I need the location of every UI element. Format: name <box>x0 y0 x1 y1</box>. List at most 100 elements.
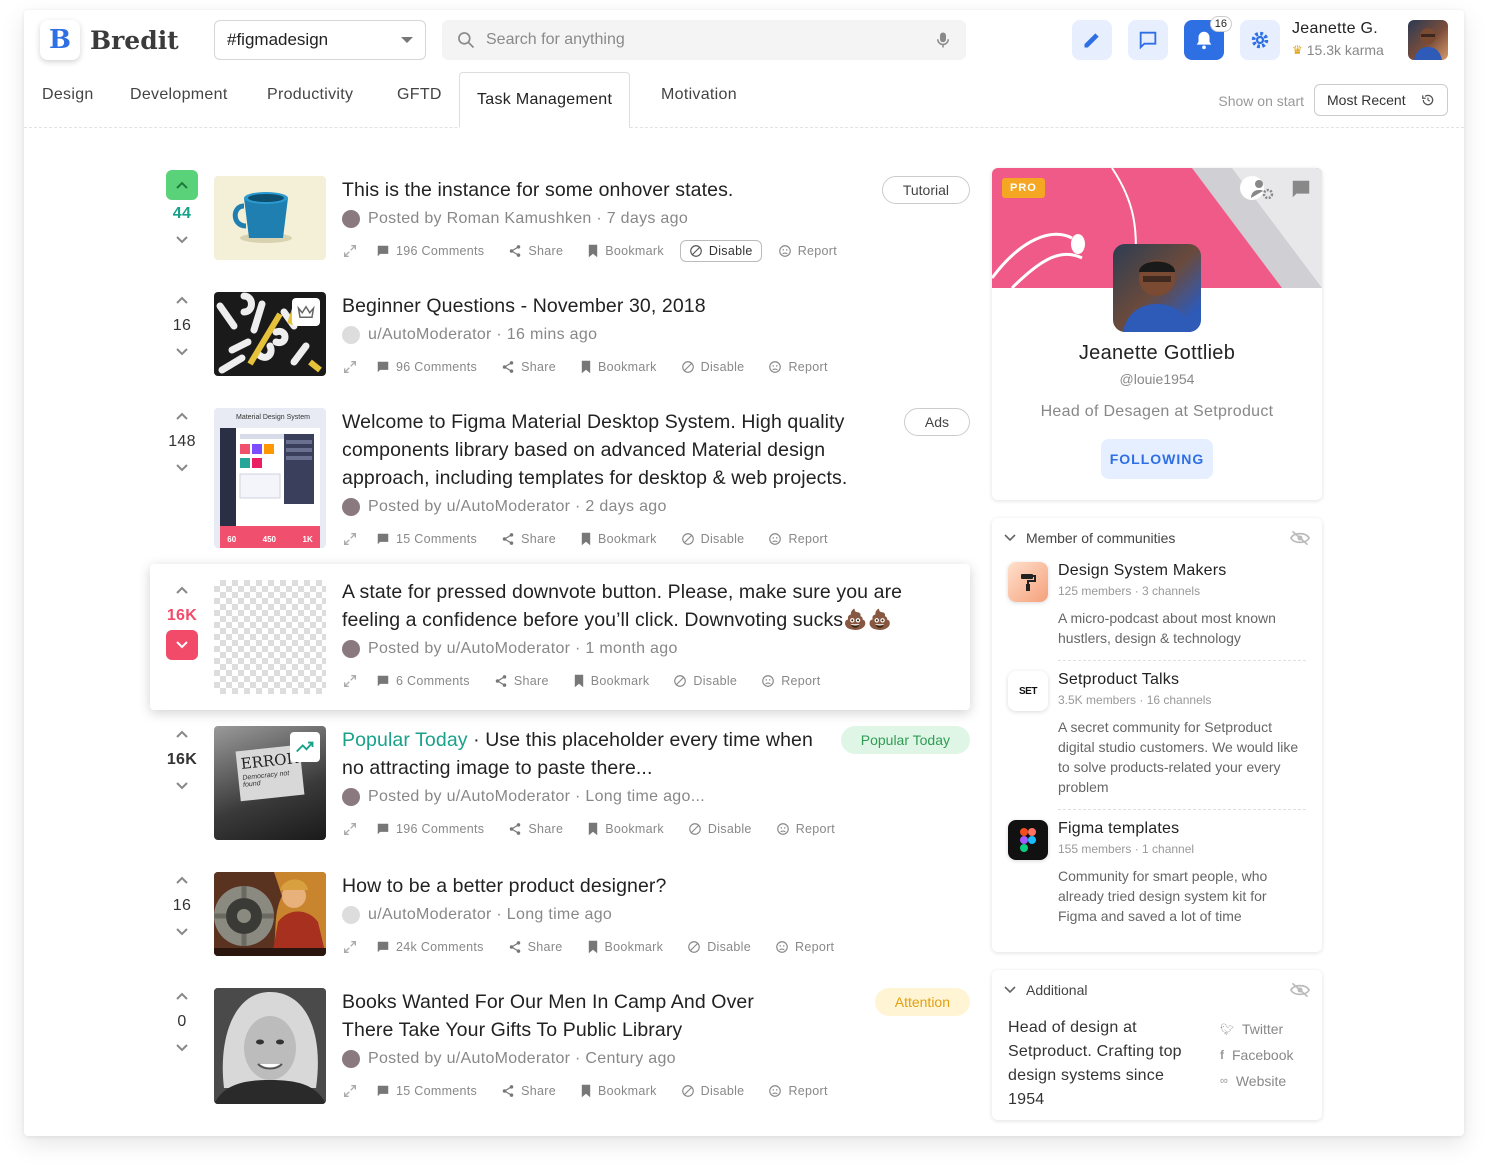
comments-button[interactable]: 24k Comments <box>376 940 484 954</box>
post-card[interactable]: 16 Beginner Questions - November 30, 201… <box>150 284 970 380</box>
report-button[interactable]: Report <box>776 822 835 836</box>
tab-motivation[interactable]: Motivation <box>661 86 737 104</box>
sort-dropdown[interactable]: Most Recent <box>1314 84 1448 116</box>
comments-button[interactable]: 15 Comments <box>376 532 477 546</box>
upvote-button[interactable] <box>166 170 198 200</box>
tab-gftd[interactable]: GFTD <box>397 86 442 104</box>
post-thumbnail[interactable]: Material Design System 60 450 1K <box>214 408 326 548</box>
post-thumbnail[interactable] <box>214 988 326 1104</box>
tab-design[interactable]: Design <box>42 86 94 104</box>
expand-button[interactable] <box>342 359 358 375</box>
expand-button[interactable] <box>342 821 358 837</box>
disable-button[interactable]: Disable <box>673 674 737 688</box>
disable-button[interactable]: Disable <box>681 532 745 546</box>
app-logo[interactable]: B Bredit <box>40 20 179 60</box>
eye-off-icon[interactable] <box>1290 982 1310 998</box>
report-button[interactable]: Report <box>775 940 834 954</box>
comments-button[interactable]: 196 Comments <box>376 822 484 836</box>
report-button[interactable]: Report <box>768 532 827 546</box>
following-button[interactable]: FOLLOWING <box>1101 439 1213 479</box>
user-info[interactable]: Jeanette G. ♛ 15.3k karma <box>1292 20 1384 58</box>
expand-button[interactable] <box>342 939 358 955</box>
comments-button[interactable]: 96 Comments <box>376 360 477 374</box>
share-button[interactable]: Share <box>501 1084 556 1098</box>
post-thumbnail[interactable] <box>214 292 326 376</box>
popular-highlight[interactable]: Popular Today <box>342 729 468 751</box>
additional-header[interactable]: Additional <box>992 970 1322 1010</box>
disable-button[interactable]: Disable <box>681 1084 745 1098</box>
upvote-button[interactable] <box>166 722 198 746</box>
post-thumbnail[interactable] <box>214 176 326 260</box>
report-button[interactable]: Report <box>768 1084 827 1098</box>
communities-header[interactable]: Member of communities <box>992 518 1322 558</box>
tab-task-management[interactable]: Task Management <box>459 72 631 128</box>
notifications-button[interactable]: 16 <box>1184 16 1232 60</box>
tab-productivity[interactable]: Productivity <box>267 86 353 104</box>
community-name[interactable]: Design System Makers <box>1058 562 1306 580</box>
post-meta-text[interactable]: u/AutoModerator · Long time ago <box>368 906 612 924</box>
downvote-button[interactable] <box>166 630 198 660</box>
search-input[interactable] <box>486 31 924 49</box>
upvote-button[interactable] <box>166 984 198 1008</box>
downvote-button[interactable] <box>166 456 198 480</box>
post-meta-text[interactable]: Posted by u/AutoModerator · 2 days ago <box>368 498 667 516</box>
share-button[interactable]: Share <box>494 674 549 688</box>
post-title[interactable]: Welcome to Figma Material Desktop System… <box>342 408 970 492</box>
post-badge[interactable]: Attention <box>874 988 970 1016</box>
post-meta-text[interactable]: u/AutoModerator · 16 mins ago <box>368 326 597 344</box>
expand-button[interactable] <box>342 531 358 547</box>
post-meta-text[interactable]: Posted by Roman Kamushken · 7 days ago <box>368 210 688 228</box>
profile-avatar[interactable] <box>1113 244 1201 332</box>
post-card[interactable]: 44 This is the instance for some onhover… <box>150 168 970 264</box>
eye-off-icon[interactable] <box>1290 530 1310 546</box>
microphone-icon[interactable] <box>934 30 952 50</box>
tab-development[interactable]: Development <box>130 86 228 104</box>
disable-button[interactable]: Disable <box>687 940 751 954</box>
post-meta-text[interactable]: Posted by u/AutoModerator · Long time ag… <box>368 788 705 806</box>
upvote-button[interactable] <box>166 404 198 428</box>
chevron-down-icon[interactable] <box>1004 986 1016 994</box>
post-badge[interactable]: Ads <box>903 408 970 436</box>
bookmark-button[interactable]: Bookmark <box>580 360 657 374</box>
facebook-link[interactable]: f Facebook <box>1220 1042 1293 1068</box>
expand-button[interactable] <box>342 1083 358 1099</box>
disable-button[interactable]: Disable <box>681 360 745 374</box>
share-button[interactable]: Share <box>501 532 556 546</box>
comments-button[interactable]: 6 Comments <box>376 674 470 688</box>
post-thumbnail-placeholder[interactable] <box>214 580 326 694</box>
post-title[interactable]: How to be a better product designer? <box>342 872 970 900</box>
community-name[interactable]: Figma templates <box>1058 820 1306 838</box>
edit-button[interactable] <box>1072 20 1112 60</box>
report-button[interactable]: Report <box>768 360 827 374</box>
post-thumbnail[interactable] <box>214 872 326 956</box>
bookmark-button[interactable]: Bookmark <box>587 244 664 258</box>
share-button[interactable]: Share <box>508 244 563 258</box>
upvote-button[interactable] <box>166 868 198 892</box>
bookmark-button[interactable]: Bookmark <box>587 940 664 954</box>
expand-button[interactable] <box>342 243 358 259</box>
message-icon[interactable] <box>1290 178 1312 200</box>
bookmark-button[interactable]: Bookmark <box>573 674 650 688</box>
post-title[interactable]: Beginner Questions - November 30, 2018 <box>342 292 970 320</box>
report-button[interactable]: Report <box>761 674 820 688</box>
share-button[interactable]: Share <box>508 940 563 954</box>
post-card[interactable]: 16K ERROR Democracy not found Popular To… <box>150 718 970 842</box>
comments-button[interactable]: 15 Comments <box>376 1084 477 1098</box>
share-button[interactable]: Share <box>508 822 563 836</box>
post-thumbnail[interactable]: ERROR Democracy not found <box>214 726 326 840</box>
upvote-button[interactable] <box>166 578 198 602</box>
bookmark-button[interactable]: Bookmark <box>580 532 657 546</box>
manage-user-icon[interactable] <box>1250 178 1274 200</box>
community-item[interactable]: Design System Makers 125 members · 3 cha… <box>992 558 1322 661</box>
comments-button[interactable]: 196 Comments <box>376 244 484 258</box>
downvote-button[interactable] <box>166 920 198 944</box>
post-badge[interactable]: Tutorial <box>881 176 970 204</box>
user-avatar[interactable] <box>1408 20 1448 60</box>
post-card[interactable]: 16 How to be a better product designer? … <box>150 864 970 960</box>
website-link[interactable]: ∞ Website <box>1220 1068 1293 1094</box>
share-button[interactable]: Share <box>501 360 556 374</box>
post-title[interactable]: A state for pressed downvote button. Ple… <box>342 578 970 634</box>
disable-button[interactable]: Disable <box>679 240 762 262</box>
report-button[interactable]: Report <box>778 244 837 258</box>
downvote-button[interactable] <box>166 340 198 364</box>
